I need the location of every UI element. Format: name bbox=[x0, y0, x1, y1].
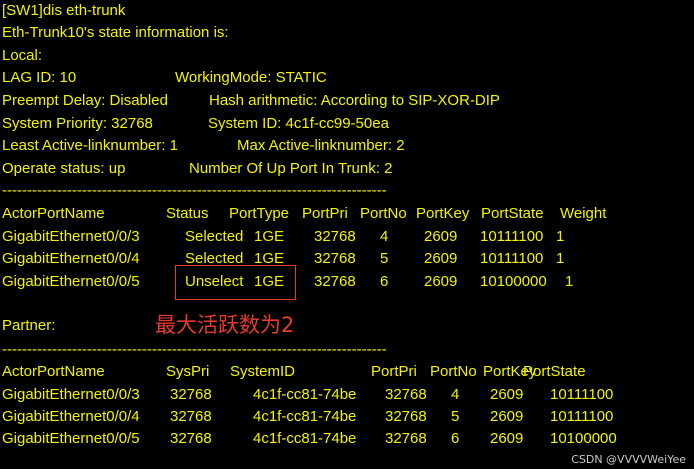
up-port-count: Number Of Up Port In Trunk: 2 bbox=[189, 160, 393, 177]
table-row: GigabitEthernet0/0/4 32768 4c1f-cc81-74b… bbox=[2, 406, 692, 428]
port-weight: 1 bbox=[556, 228, 565, 245]
command-line: [SW1]dis eth-trunk bbox=[2, 2, 126, 19]
port-no: 6 bbox=[451, 430, 460, 447]
port-no: 4 bbox=[451, 386, 460, 403]
port-no: 5 bbox=[380, 250, 389, 267]
port-type: 1GE bbox=[254, 228, 285, 245]
header-port-no: PortNo bbox=[360, 205, 407, 222]
max-active-linknumber: Max Active-linknumber: 2 bbox=[237, 137, 405, 154]
max-active-annotation: 最大活跃数为2 bbox=[155, 313, 295, 337]
table-row: GigabitEthernet0/0/5 32768 4c1f-cc81-74b… bbox=[2, 428, 692, 450]
port-name: GigabitEthernet0/0/4 bbox=[2, 408, 140, 425]
separator-local: ----------------------------------------… bbox=[2, 182, 387, 199]
partner-label: Partner: bbox=[2, 317, 56, 334]
port-pri: 32768 bbox=[385, 408, 427, 425]
port-name: GigabitEthernet0/0/5 bbox=[2, 430, 140, 447]
header-port-state: PortState bbox=[523, 363, 586, 380]
working-mode: WorkingMode: STATIC bbox=[175, 69, 327, 86]
port-state: 10100000 bbox=[480, 273, 547, 290]
least-active-linknumber: Least Active-linknumber: 1 bbox=[2, 137, 178, 154]
system-id: 4c1f-cc81-74be bbox=[253, 386, 357, 403]
lag-id: LAG ID: 10 bbox=[2, 69, 77, 86]
header-port-no: PortNo bbox=[430, 363, 477, 380]
port-no: 4 bbox=[380, 228, 389, 245]
port-no: 6 bbox=[380, 273, 389, 290]
header-port-pri: PortPri bbox=[302, 205, 348, 222]
header-system-id: SystemID bbox=[230, 363, 296, 380]
port-key: 2609 bbox=[424, 250, 458, 267]
header-actor-port-name: ActorPortName bbox=[2, 205, 105, 222]
header-port-key: PortKey bbox=[416, 205, 470, 222]
port-state: 10111100 bbox=[550, 408, 614, 425]
port-pri: 32768 bbox=[385, 386, 427, 403]
header-actor-port-name: ActorPortName bbox=[2, 363, 105, 380]
port-key: 2609 bbox=[490, 386, 524, 403]
port-state: 10100000 bbox=[550, 430, 617, 447]
port-pri: 32768 bbox=[314, 273, 356, 290]
port-state: 10111100 bbox=[480, 228, 544, 245]
port-key: 2609 bbox=[424, 228, 458, 245]
status-row: Operate status: up Number Of Up Port In … bbox=[2, 158, 692, 180]
port-name: GigabitEthernet0/0/5 bbox=[2, 273, 140, 290]
sys-pri: 32768 bbox=[170, 386, 212, 403]
system-id: 4c1f-cc81-74be bbox=[253, 408, 357, 425]
table-row: GigabitEthernet0/0/3 32768 4c1f-cc81-74b… bbox=[2, 384, 692, 406]
system-id: System ID: 4c1f-cc99-50ea bbox=[208, 115, 389, 132]
state-info-heading: Eth-Trunk10's state information is: bbox=[2, 24, 229, 41]
preempt-delay: Preempt Delay: Disabled bbox=[2, 92, 168, 109]
port-state: 10111100 bbox=[480, 250, 544, 267]
preempt-row: Preempt Delay: Disabled Hash arithmetic:… bbox=[2, 90, 692, 112]
priority-row: System Priority: 32768 System ID: 4c1f-c… bbox=[2, 113, 692, 135]
local-label: Local: bbox=[2, 47, 43, 64]
sys-pri: 32768 bbox=[170, 430, 212, 447]
table-row: GigabitEthernet0/0/4 Selected 1GE 32768 … bbox=[2, 248, 692, 270]
system-id: 4c1f-cc81-74be bbox=[253, 430, 357, 447]
port-name: GigabitEthernet0/0/3 bbox=[2, 228, 140, 245]
operate-status: Operate status: up bbox=[2, 160, 126, 177]
port-status: Selected bbox=[185, 228, 244, 245]
header-port-type: PortType bbox=[229, 205, 290, 222]
port-name: GigabitEthernet0/0/4 bbox=[2, 250, 140, 267]
port-key: 2609 bbox=[490, 408, 524, 425]
sys-pri: 32768 bbox=[170, 408, 212, 425]
port-state: 10111100 bbox=[550, 386, 614, 403]
unselect-highlight-box bbox=[175, 265, 296, 300]
port-pri: 32768 bbox=[385, 430, 427, 447]
terminal-window[interactable]: [SW1]dis eth-trunk Eth-Trunk10's state i… bbox=[0, 0, 694, 469]
port-key: 2609 bbox=[424, 273, 458, 290]
local-table-header: ActorPortName Status PortType PortPri Po… bbox=[2, 203, 692, 225]
table-row: GigabitEthernet0/0/5 Unselect 1GE 32768 … bbox=[2, 271, 692, 293]
system-priority: System Priority: 32768 bbox=[2, 115, 153, 132]
csdn-watermark: CSDN @VVVVWeiYee bbox=[571, 453, 686, 466]
partner-table-header: ActorPortName SysPri SystemID PortPri Po… bbox=[2, 361, 692, 383]
linknumber-row: Least Active-linknumber: 1 Max Active-li… bbox=[2, 135, 692, 157]
header-sys-pri: SysPri bbox=[166, 363, 210, 380]
port-name: GigabitEthernet0/0/3 bbox=[2, 386, 140, 403]
port-weight: 1 bbox=[556, 250, 565, 267]
separator-partner: ----------------------------------------… bbox=[2, 341, 387, 358]
table-row: GigabitEthernet0/0/3 Selected 1GE 32768 … bbox=[2, 226, 692, 248]
port-no: 5 bbox=[451, 408, 460, 425]
hash-arithmetic: Hash arithmetic: According to SIP-XOR-DI… bbox=[209, 92, 500, 109]
port-key: 2609 bbox=[490, 430, 524, 447]
header-port-state: PortState bbox=[481, 205, 544, 222]
port-pri: 32768 bbox=[314, 250, 356, 267]
lag-row: LAG ID: 10 WorkingMode: STATIC bbox=[2, 67, 692, 89]
header-port-pri: PortPri bbox=[371, 363, 417, 380]
port-weight: 1 bbox=[565, 273, 574, 290]
port-pri: 32768 bbox=[314, 228, 356, 245]
header-status: Status bbox=[166, 205, 209, 222]
header-weight: Weight bbox=[560, 205, 607, 222]
